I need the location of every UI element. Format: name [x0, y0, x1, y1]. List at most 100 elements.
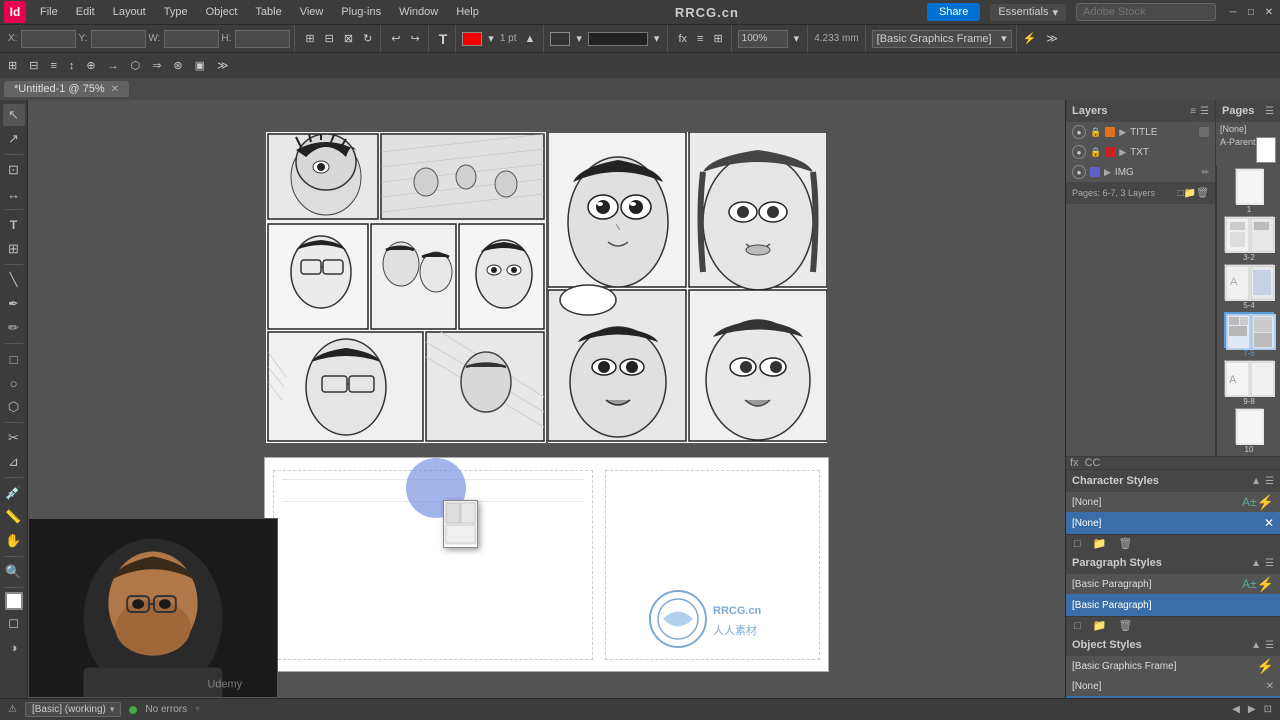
page-thumb-1[interactable]: 1	[1221, 168, 1277, 214]
tab-close-icon[interactable]: ✕	[111, 84, 119, 95]
type-tool-icon[interactable]: T	[435, 29, 452, 49]
para-style-new-btn[interactable]: □	[1070, 618, 1085, 634]
para-style-selected-row[interactable]: [Basic Paragraph]	[1066, 594, 1280, 616]
page-thumb-76[interactable]: 7-6	[1221, 312, 1277, 358]
stroke-preview-arrow[interactable]: ▾	[650, 30, 664, 47]
rotate-button[interactable]: ↻	[359, 30, 376, 47]
fill-color-box[interactable]	[550, 32, 570, 46]
working-dropdown[interactable]: [Basic] (working) ▾	[25, 702, 121, 717]
obj-style-none-close[interactable]: ✕	[1266, 681, 1274, 692]
normal-mode-btn[interactable]: ◻	[3, 612, 25, 634]
layers-more-icon[interactable]: ☰	[1200, 106, 1209, 117]
cc-icon[interactable]: CC	[1085, 457, 1101, 469]
pages-thumbs-list[interactable]: 1 3-2 A 5-4	[1216, 166, 1280, 456]
document-tab[interactable]: *Untitled-1 @ 75% ✕	[4, 81, 129, 97]
h-input[interactable]	[235, 30, 290, 48]
stroke-up-btn[interactable]: ▲	[521, 31, 540, 47]
align-center-button[interactable]: ⊟	[321, 30, 338, 47]
line-tool[interactable]: ╲	[3, 269, 25, 291]
transform-tool[interactable]: ⊿	[3, 451, 25, 473]
layers-collapse-icon[interactable]: ≡	[1190, 106, 1196, 117]
eyedropper-tool[interactable]: 💉	[3, 482, 25, 504]
grid-button[interactable]: ⊞	[709, 30, 726, 47]
obj-style-new-icon[interactable]: ⚡	[1257, 658, 1274, 675]
align-right-button[interactable]: ⊠	[340, 30, 357, 47]
page-tool[interactable]: ⊡	[3, 159, 25, 181]
maximize-button[interactable]: □	[1244, 5, 1258, 19]
view-toggle[interactable]: ⊡	[1264, 704, 1272, 715]
layer-eye-txt[interactable]: ●	[1072, 145, 1086, 159]
para-style-delete-btn[interactable]: 🗑	[1114, 617, 1136, 634]
menu-help[interactable]: Help	[448, 4, 487, 20]
char-style-delete-btn[interactable]: 🗑	[1114, 535, 1136, 552]
spread-btn[interactable]: ≡	[46, 58, 60, 74]
layer-eye-title[interactable]: ●	[1072, 125, 1086, 139]
adjust-button[interactable]: ⚡	[1019, 30, 1041, 47]
flow-btn[interactable]: →	[104, 58, 123, 74]
fx-icon[interactable]: fx	[1070, 457, 1079, 469]
char-style-folder-btn[interactable]: 📁	[1089, 535, 1111, 552]
expand-button[interactable]: ≫	[1042, 30, 1062, 47]
select-tool[interactable]: ↖	[3, 104, 25, 126]
table-tool[interactable]: ⊞	[3, 238, 25, 260]
gap-tool[interactable]: ↔	[3, 183, 25, 205]
menu-layout[interactable]: Layout	[105, 4, 154, 20]
preflight-icon[interactable]: ⚠	[8, 704, 17, 715]
char-style-new-icon[interactable]: ⚡	[1257, 494, 1274, 511]
menu-edit[interactable]: Edit	[68, 4, 103, 20]
page-thumb-10[interactable]: 10	[1221, 408, 1277, 454]
obj-styles-menu[interactable]: ☰	[1265, 640, 1274, 651]
char-styles-collapse[interactable]: ▲	[1251, 476, 1261, 487]
essentials-button[interactable]: Essentials ▾	[990, 4, 1066, 21]
align-btn2[interactable]: ⊟	[25, 57, 42, 74]
layers-folder-btn[interactable]: 📁	[1184, 188, 1196, 199]
pencil-tool[interactable]: ✏	[3, 317, 25, 339]
stats-button[interactable]: ≡	[693, 31, 707, 47]
para-styles-menu[interactable]: ☰	[1265, 558, 1274, 569]
w-input[interactable]	[164, 30, 219, 48]
menu-file[interactable]: File	[32, 4, 66, 20]
frame-btn[interactable]: ⊞	[4, 57, 21, 74]
layer-expand-txt[interactable]: ▶	[1119, 147, 1126, 158]
share-button[interactable]: Share	[927, 3, 980, 21]
fill-color-btn[interactable]	[5, 592, 23, 610]
zoom-pct-arrow[interactable]: ▾	[790, 30, 804, 47]
redo-button[interactable]: ↪	[407, 30, 424, 47]
undo-button[interactable]: ↩	[387, 30, 404, 47]
zoom-pct-input[interactable]	[738, 30, 788, 48]
more-btn[interactable]: ≫	[213, 57, 233, 74]
pages-more-icon[interactable]: ☰	[1265, 106, 1274, 117]
close-button[interactable]: ✕	[1262, 5, 1276, 19]
menu-window[interactable]: Window	[391, 4, 446, 20]
gradient-tool[interactable]: ◑	[3, 636, 25, 658]
align-left-button[interactable]: ⊞	[301, 30, 318, 47]
pen-tool[interactable]: ✒	[3, 293, 25, 315]
stock-search-input[interactable]	[1076, 3, 1216, 21]
pin-btn[interactable]: ↕	[65, 58, 79, 74]
anchor2-btn[interactable]: ⊛	[169, 57, 186, 74]
link-btn[interactable]: ⬡	[127, 57, 145, 74]
fill-arrow[interactable]: ▾	[572, 30, 586, 47]
char-style-selected-row[interactable]: [None] ✕	[1066, 512, 1280, 534]
layer-row-title[interactable]: ● 🔒 ▶ TITLE	[1066, 122, 1215, 142]
page-thumb-32[interactable]: 3-2	[1221, 216, 1277, 262]
layer-eye-img[interactable]: ●	[1072, 165, 1086, 179]
stroke-color-box[interactable]	[462, 32, 482, 46]
menu-object[interactable]: Object	[198, 4, 246, 20]
char-style-edit-icon[interactable]: A±	[1242, 495, 1257, 509]
x-input[interactable]	[21, 30, 76, 48]
fx-button[interactable]: fx	[674, 31, 691, 47]
char-style-selected-close[interactable]: ✕	[1264, 516, 1274, 530]
anchor-btn[interactable]: ⊕	[82, 57, 99, 74]
para-style-new-icon[interactable]: ⚡	[1257, 576, 1274, 593]
arrow-btn2[interactable]: ⇒	[148, 57, 165, 74]
content-btn[interactable]: ▣	[191, 57, 209, 74]
frame-type-dropdown[interactable]: [Basic Graphics Frame] ▾	[872, 30, 1012, 48]
minimize-button[interactable]: ─	[1226, 5, 1240, 19]
layers-delete-btn[interactable]: 🗑	[1196, 188, 1209, 199]
menu-table[interactable]: Table	[247, 4, 289, 20]
layer-expand-title[interactable]: ▶	[1119, 127, 1126, 138]
hand-tool[interactable]: ✋	[3, 530, 25, 552]
page-nav-prev[interactable]: ◀	[1232, 704, 1240, 715]
para-styles-collapse[interactable]: ▲	[1251, 558, 1261, 569]
